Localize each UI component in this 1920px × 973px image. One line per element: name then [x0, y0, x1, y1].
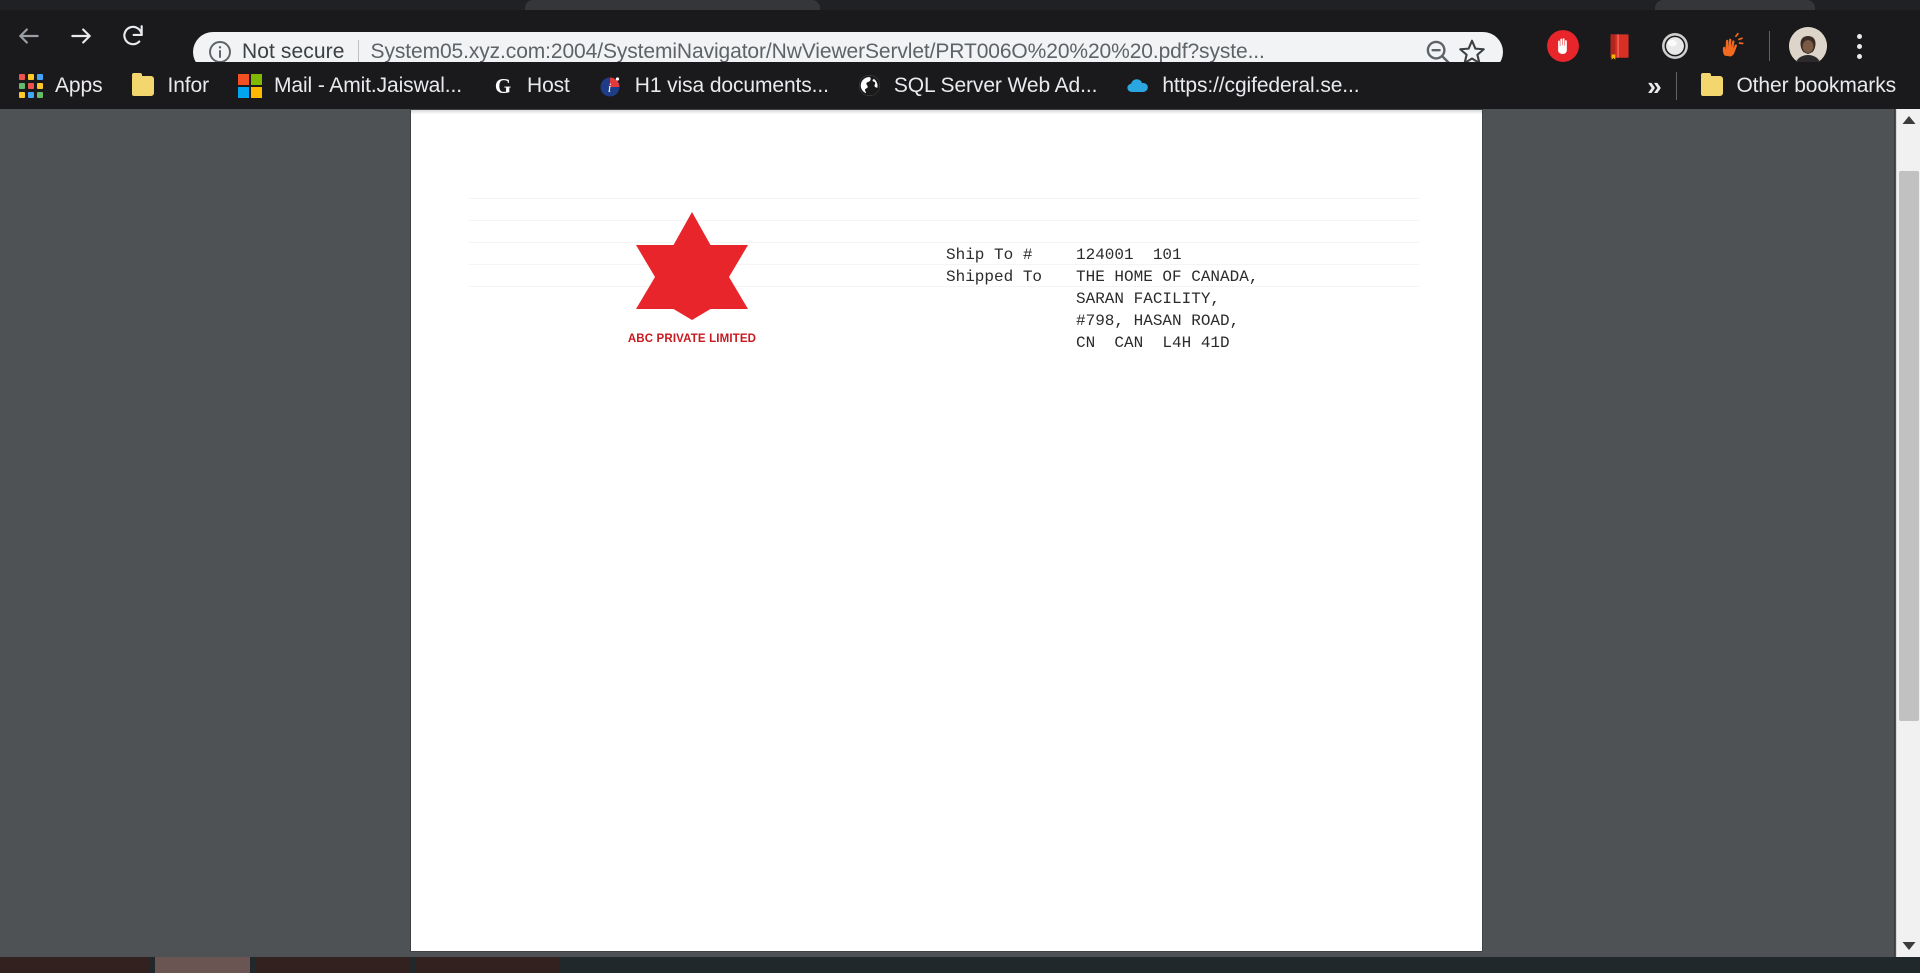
table-row: #798, HASAN ROAD,: [946, 310, 1258, 332]
browser-tab-active[interactable]: [525, 0, 820, 10]
info-blue-icon: i: [598, 73, 624, 99]
taskbar-item[interactable]: [155, 957, 250, 973]
back-arrow-icon: [19, 28, 39, 44]
forward-arrow-icon: [71, 28, 91, 44]
url-text[interactable]: System05.xyz.com:2004/SystemiNavigator/N…: [371, 40, 1417, 64]
faint-rule: [469, 198, 1419, 199]
folder-icon: [130, 72, 156, 99]
bookmark-item-infor[interactable]: Infor: [120, 68, 219, 104]
svg-text:G: G: [495, 74, 511, 98]
browser-tab-other[interactable]: [1655, 0, 1815, 10]
forward-button[interactable]: [58, 13, 104, 59]
pdf-viewer[interactable]: ABC PRIVATE LIMITED Ship To # 124001 101…: [0, 109, 1920, 957]
ship-to-value: 124001 101: [1076, 246, 1182, 265]
six-pointed-star-icon: [636, 212, 748, 320]
bookmark-item-apps[interactable]: Apps: [8, 68, 112, 104]
menu-dot: [1856, 53, 1862, 59]
bookmark-label: Mail - Amit.Jaiswal...: [274, 73, 462, 97]
taskbar-item[interactable]: [0, 957, 150, 973]
ship-to-block: Ship To # 124001 101 Shipped To THE HOME…: [946, 200, 1258, 399]
svg-text:i: i: [607, 80, 611, 95]
taskbar-item[interactable]: [255, 957, 410, 973]
table-row: Shipped To THE HOME OF CANADA,: [946, 266, 1258, 288]
taskbar-item[interactable]: [415, 957, 560, 973]
other-bookmarks-label: Other bookmarks: [1736, 73, 1896, 97]
back-button[interactable]: [6, 13, 52, 59]
tab-strip: [0, 0, 1920, 10]
table-row: Ship To # 124001 101: [946, 244, 1258, 266]
company-name: ABC PRIVATE LIMITED: [627, 333, 757, 345]
ship-to-label: [946, 332, 1076, 354]
cloud-icon: [1125, 73, 1151, 99]
folder-icon: [1699, 72, 1725, 99]
scrollbar-thumb[interactable]: [1899, 171, 1919, 721]
globe-icon: [857, 73, 883, 99]
bookmark-item-h1visa[interactable]: i H1 visa documents...: [588, 68, 839, 104]
ship-to-value: CN CAN L4H 41D: [1076, 334, 1230, 353]
viewer-right-seam: [1894, 109, 1895, 957]
browser-toolbar: Not secure System05.xyz.com:2004/Systemi…: [0, 10, 1920, 72]
bookmark-item-host[interactable]: G Host: [480, 68, 580, 104]
ship-to-value: SARAN FACILITY,: [1076, 290, 1221, 309]
bookmarks-divider: [1676, 71, 1678, 100]
ship-to-label: [946, 310, 1076, 332]
company-logo-block: ABC PRIVATE LIMITED: [607, 210, 777, 345]
toolbar-divider: [1769, 31, 1770, 61]
os-taskbar: [0, 957, 1920, 973]
bookmark-item-mail[interactable]: Mail - Amit.Jaiswal...: [227, 68, 472, 104]
bookmarks-bar: Apps Infor Mail - Amit.Jaiswal... G Host…: [0, 62, 1920, 109]
ship-to-value: #798, HASAN ROAD,: [1076, 312, 1240, 331]
menu-dot: [1856, 43, 1862, 49]
reload-button[interactable]: [110, 13, 156, 59]
omnibox-divider: [357, 40, 359, 64]
reload-icon: [123, 25, 143, 46]
ship-to-table: Ship To # 124001 101 Shipped To THE HOME…: [946, 244, 1258, 354]
google-g-icon: G: [490, 73, 516, 99]
ship-to-label: [946, 288, 1076, 310]
ship-to-label: Ship To #: [946, 246, 1033, 265]
apps-grid-icon: [18, 73, 44, 99]
bookmark-label: Infor: [167, 73, 209, 97]
bookmark-item-cgifederal[interactable]: https://cgifederal.se...: [1115, 68, 1369, 104]
table-row: CN CAN L4H 41D: [946, 332, 1258, 354]
other-bookmarks-button[interactable]: Other bookmarks: [1689, 68, 1906, 104]
avatar: [1789, 27, 1827, 65]
vertical-scrollbar[interactable]: [1896, 109, 1920, 957]
security-status-label[interactable]: Not secure: [242, 40, 345, 64]
scroll-up-arrow-icon[interactable]: [1897, 109, 1920, 131]
bookmark-label: H1 visa documents...: [634, 73, 829, 97]
bookmark-label: https://cgifederal.se...: [1162, 73, 1360, 97]
bookmark-label: Apps: [55, 73, 103, 97]
table-row: SARAN FACILITY,: [946, 288, 1258, 310]
ship-to-label: Shipped To: [946, 268, 1043, 287]
ship-to-value: THE HOME OF CANADA,: [1076, 268, 1259, 287]
page-top-shadow: [411, 110, 1482, 114]
bookmark-item-sqlserver[interactable]: SQL Server Web Ad...: [847, 68, 1107, 104]
menu-dot: [1856, 33, 1862, 39]
bookmarks-overflow-button[interactable]: »: [1632, 68, 1676, 104]
pdf-page: ABC PRIVATE LIMITED Ship To # 124001 101…: [411, 110, 1482, 951]
bookmark-label: Host: [527, 73, 570, 97]
microsoft-outlook-icon: [237, 73, 263, 99]
bookmark-label: SQL Server Web Ad...: [893, 73, 1098, 97]
scroll-down-arrow-icon[interactable]: [1897, 935, 1920, 957]
